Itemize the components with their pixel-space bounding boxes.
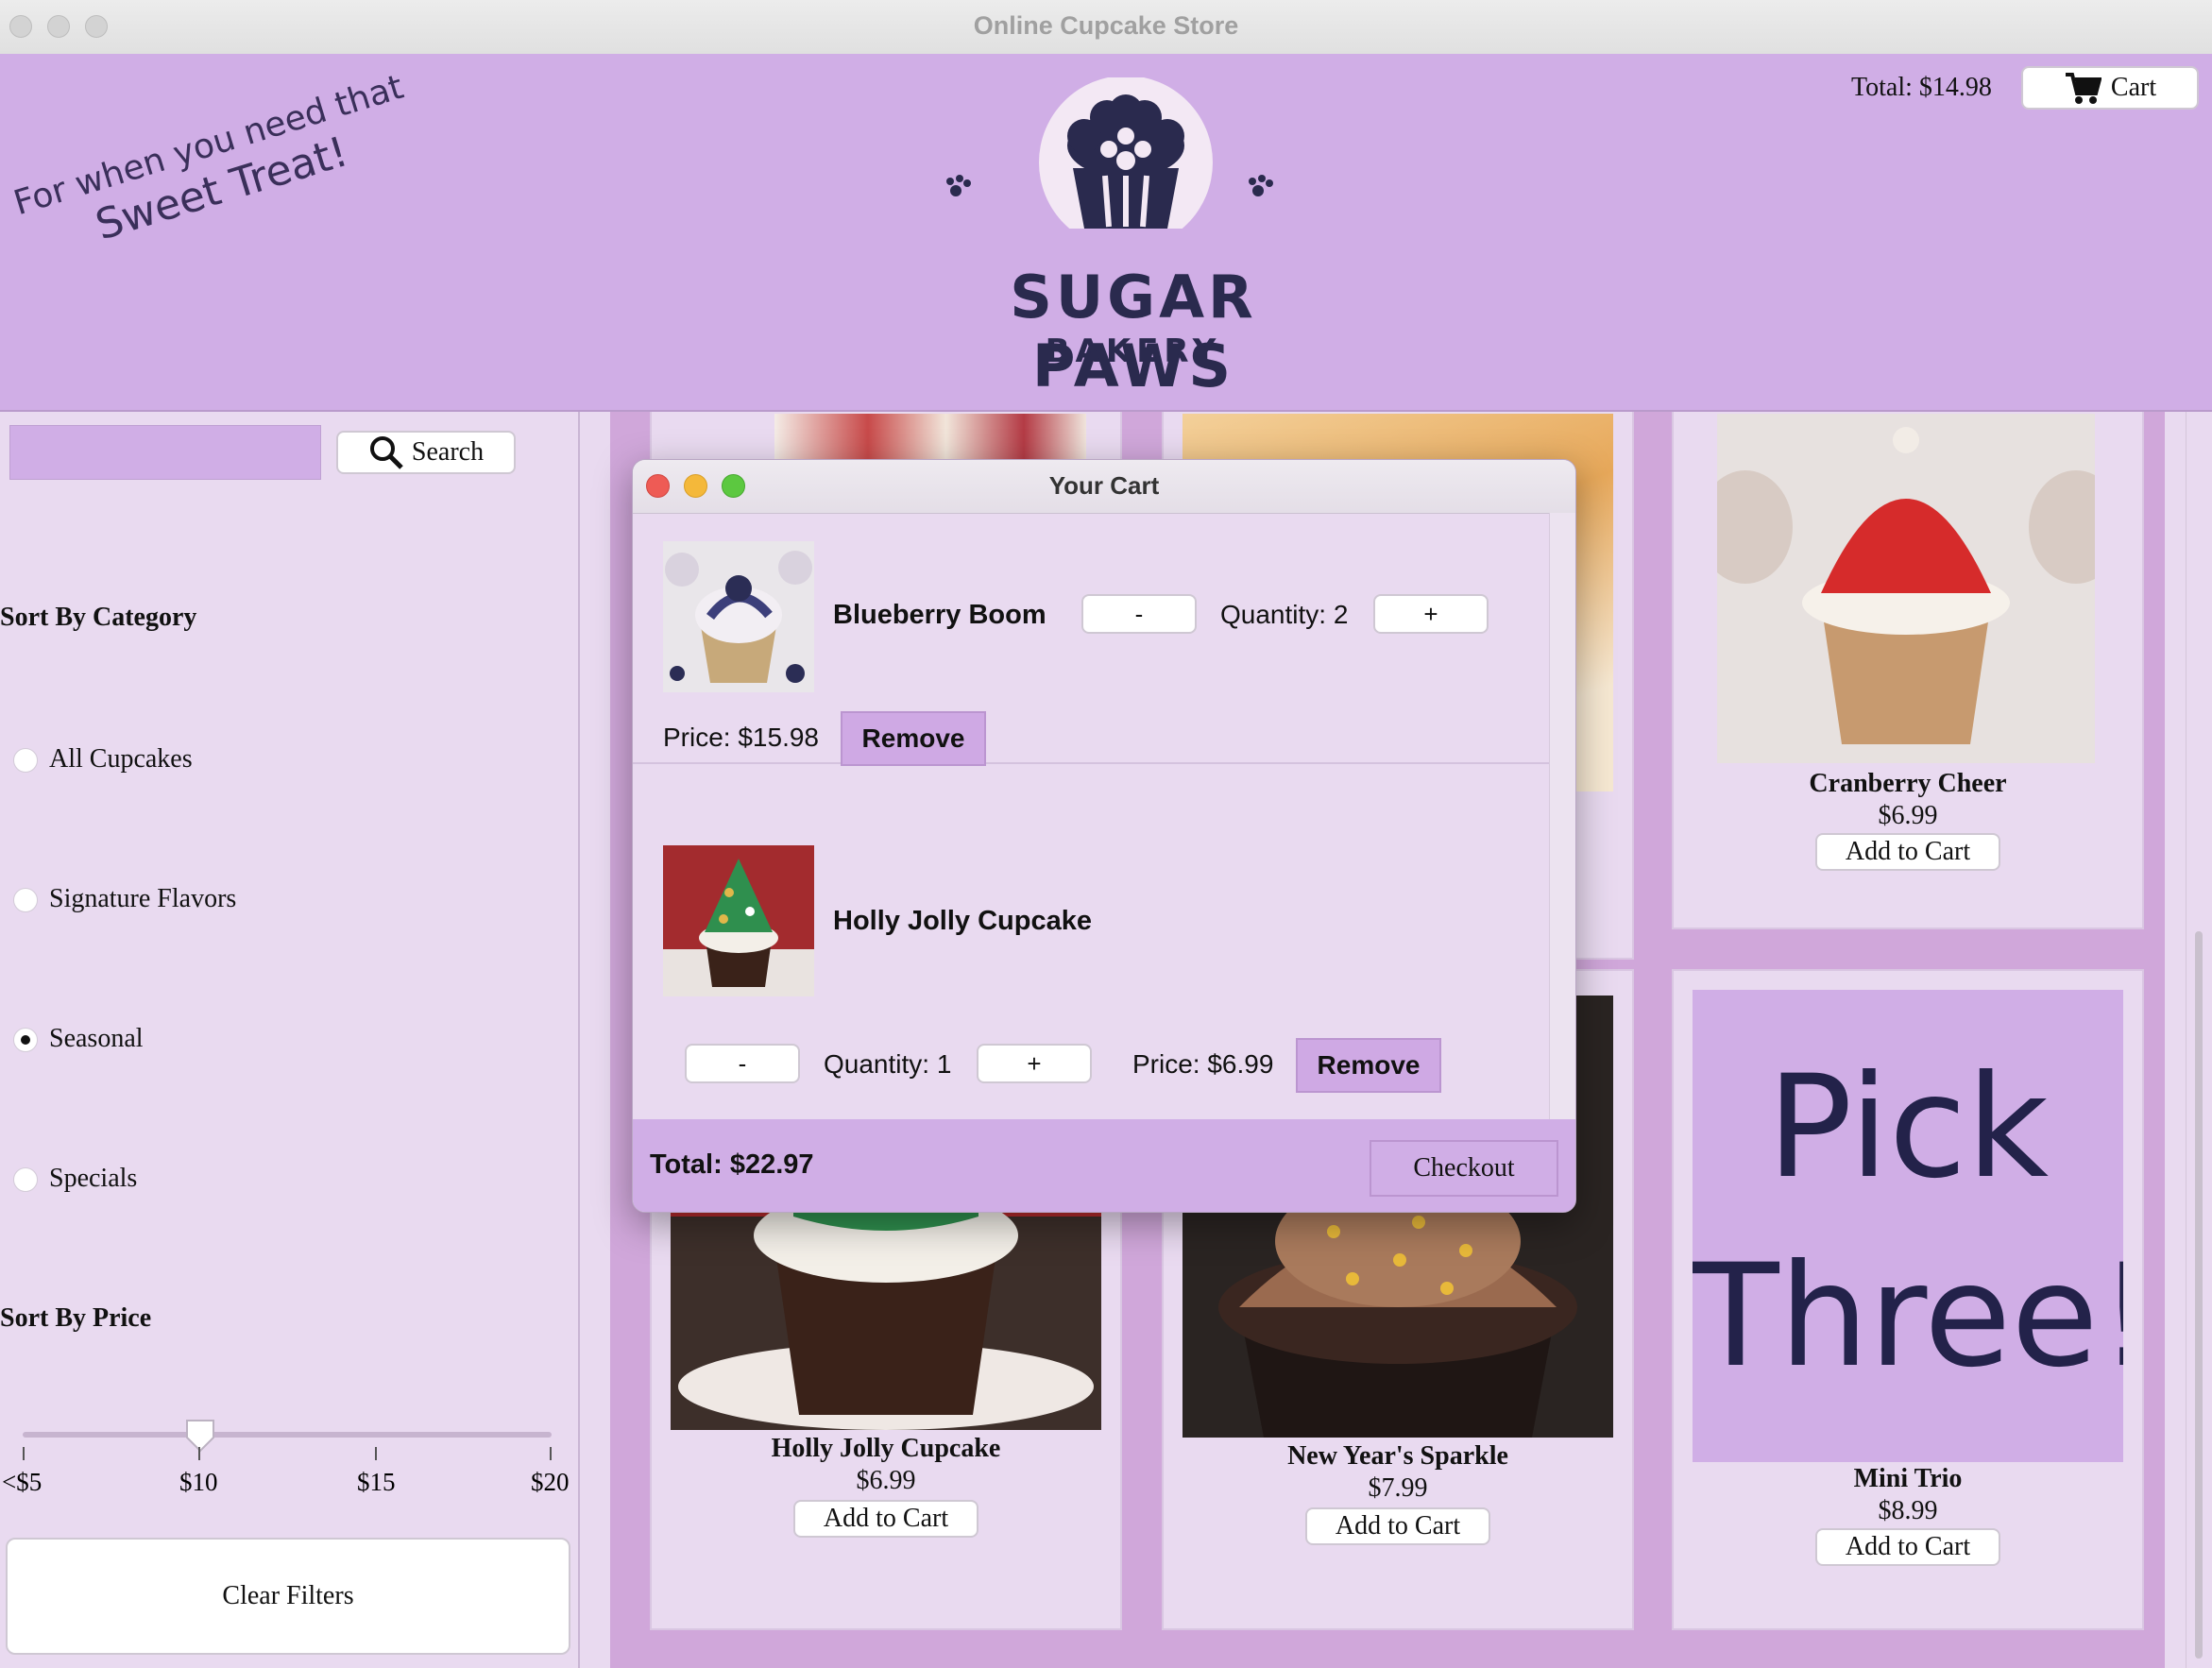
- search-button[interactable]: Search: [336, 431, 516, 474]
- clear-filters-button[interactable]: Clear Filters: [6, 1538, 570, 1655]
- checkout-button[interactable]: Checkout: [1370, 1140, 1558, 1197]
- cart-button-label: Cart: [2110, 73, 2157, 102]
- category-label: Specials: [49, 1164, 138, 1193]
- add-to-cart-button[interactable]: Add to Cart: [1815, 833, 2000, 871]
- cart-window: Your Cart Blueberry Boom - Quantity: 2 +…: [632, 459, 1576, 1213]
- product-name: Holly Jolly Cupcake: [771, 1434, 1001, 1463]
- product-price: $6.99: [856, 1466, 916, 1495]
- window-title: Online Cupcake Store: [973, 11, 1239, 40]
- title-bar: Online Cupcake Store: [0, 0, 2212, 55]
- filter-sidebar: Search Sort By Category All Cupcakes Sig…: [0, 412, 580, 1668]
- product-name: Mini Trio: [1853, 1464, 1963, 1493]
- price-tick-label: $10: [179, 1468, 218, 1496]
- holly-jolly-cupcake-thumb-image: [663, 845, 814, 996]
- grid-scrollbar[interactable]: [2186, 412, 2212, 1668]
- promo-line1: Pick: [1766, 1046, 2050, 1210]
- search-icon: [369, 436, 403, 469]
- radio-button[interactable]: [13, 748, 38, 773]
- cart-total: Total: $22.97: [650, 1149, 814, 1180]
- product-price: $7.99: [1368, 1473, 1428, 1503]
- scrollbar-thumb[interactable]: [2195, 931, 2203, 1659]
- cart-item-price: Price: $15.98: [663, 723, 819, 752]
- cart-item-quantity: Quantity: 2: [1220, 600, 1349, 629]
- add-to-cart-button[interactable]: Add to Cart: [793, 1500, 978, 1538]
- cart-title: Your Cart: [1048, 471, 1160, 500]
- store-header: For when you need that Sweet Treat! SUGA…: [0, 54, 2212, 412]
- price-tick-label: $15: [357, 1468, 396, 1496]
- price-tick-label: $20: [531, 1468, 570, 1496]
- cart-item-image: [663, 845, 814, 996]
- tick-mark: [550, 1447, 552, 1460]
- cart-item-name: Blueberry Boom: [833, 600, 1046, 630]
- increase-quantity-button[interactable]: +: [977, 1044, 1092, 1083]
- logo-title: SUGAR PAWS: [1010, 263, 1257, 400]
- product-name: New Year's Sparkle: [1287, 1441, 1508, 1471]
- cart-scrollbar[interactable]: [1549, 513, 1575, 1119]
- tick-mark: [198, 1447, 200, 1460]
- add-to-cart-button[interactable]: Add to Cart: [1815, 1528, 2000, 1566]
- radio-button[interactable]: [13, 888, 38, 912]
- increase-quantity-button[interactable]: +: [1373, 594, 1489, 634]
- cart-title-bar: Your Cart: [633, 460, 1575, 514]
- shopping-cart-icon: [2065, 73, 2101, 104]
- price-slider-track[interactable]: [23, 1432, 552, 1438]
- radio-button-selected[interactable]: [13, 1028, 38, 1052]
- product-price: $8.99: [1878, 1496, 1938, 1525]
- radio-button[interactable]: [13, 1167, 38, 1192]
- category-label: Signature Flavors: [49, 884, 237, 913]
- promo-line2: Three!: [1693, 1234, 2123, 1399]
- cupcake-paw-logo-icon: [946, 76, 1273, 249]
- cranberry-cupcake-image: [1717, 414, 2095, 763]
- cart-footer: Total: $22.97 Checkout: [633, 1119, 1575, 1212]
- price-heading: Sort By Price: [0, 1303, 152, 1333]
- product-card-mini-trio: Pick Three! Mini Trio $8.99 Add to Cart: [1672, 969, 2144, 1630]
- decrease-quantity-button[interactable]: -: [1081, 594, 1197, 634]
- price-tick-label: <$5: [2, 1468, 43, 1496]
- category-label: All Cupcakes: [49, 744, 193, 774]
- cart-item-quantity: Quantity: 1: [824, 1049, 952, 1079]
- cart-item: Holly Jolly Cupcake - Quantity: 1 + Pric…: [633, 764, 1549, 1119]
- price-slider-thumb[interactable]: [185, 1419, 215, 1453]
- remove-item-button[interactable]: Remove: [1296, 1038, 1441, 1093]
- product-card-cranberry-cheer: Cranberry Cheer $6.99 Add to Cart: [1672, 412, 2144, 929]
- tick-mark: [375, 1447, 377, 1460]
- category-label: Seasonal: [49, 1024, 144, 1053]
- pick-three-promo-image: Pick Three!: [1693, 990, 2123, 1462]
- logo-subtitle: BAKERY: [1045, 332, 1222, 370]
- product-image: [1717, 414, 2095, 763]
- product-name: Cranberry Cheer: [1809, 769, 2007, 798]
- tick-mark: [23, 1447, 25, 1460]
- search-button-label: Search: [411, 437, 485, 467]
- product-image: [774, 414, 1086, 465]
- cart-item-price: Price: $6.99: [1132, 1049, 1274, 1079]
- cart-button[interactable]: Cart: [2021, 66, 2199, 110]
- tagline: For when you need that Sweet Treat!: [9, 68, 422, 271]
- cart-item: Blueberry Boom - Quantity: 2 + Price: $1…: [633, 513, 1549, 766]
- search-input[interactable]: [9, 425, 321, 480]
- cart-item-name: Holly Jolly Cupcake: [833, 906, 1092, 936]
- category-heading: Sort By Category: [0, 603, 197, 632]
- blueberry-cupcake-image: [663, 541, 814, 692]
- remove-item-button[interactable]: Remove: [841, 711, 986, 766]
- decrease-quantity-button[interactable]: -: [685, 1044, 800, 1083]
- product-price: $6.99: [1878, 801, 1938, 830]
- header-total: Total: $14.98: [1851, 73, 1992, 102]
- bakery-logo: SUGAR PAWS BAKERY: [907, 76, 1360, 400]
- cart-item-image: [663, 541, 814, 692]
- add-to-cart-button[interactable]: Add to Cart: [1305, 1507, 1490, 1545]
